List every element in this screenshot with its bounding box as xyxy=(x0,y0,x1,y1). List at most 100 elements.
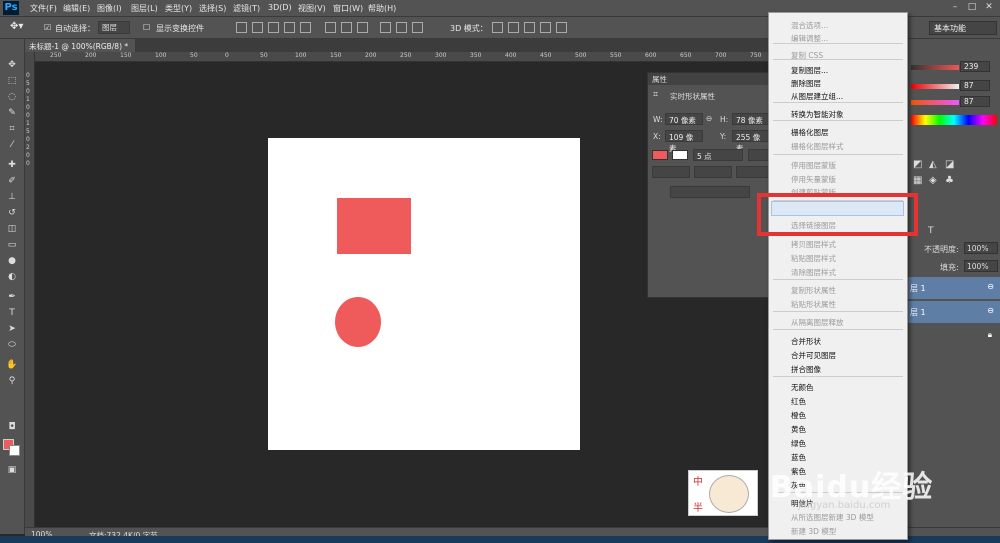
context-menu-item[interactable]: 橙色 xyxy=(791,410,806,421)
levels-icon[interactable]: ◭ xyxy=(929,159,937,170)
gradient-tool-icon[interactable]: ▭ xyxy=(6,239,18,251)
brush-tool-icon[interactable]: ✐ xyxy=(6,175,18,187)
height-field[interactable]: 78 像素 xyxy=(732,113,770,125)
context-menu-item[interactable]: 红色 xyxy=(791,396,806,407)
path-operations-group[interactable] xyxy=(670,186,750,198)
clone-stamp-tool-icon[interactable]: ⊥ xyxy=(6,191,18,203)
menu-image[interactable]: 图像(I) xyxy=(97,3,122,14)
type-tool-icon[interactable]: T xyxy=(6,307,18,319)
close-icon[interactable]: ✕ xyxy=(982,2,996,14)
layer-type-text-icon[interactable]: T xyxy=(928,226,934,236)
align-vcenter-icon[interactable] xyxy=(252,22,263,33)
green-value[interactable]: 87 xyxy=(960,80,990,91)
stroke-color-swatch[interactable] xyxy=(672,150,688,160)
ellipse-shape[interactable] xyxy=(335,297,381,347)
menu-edit[interactable]: 编辑(E) xyxy=(63,3,90,14)
stroke-caps-dropdown[interactable] xyxy=(694,166,732,178)
hand-tool-icon[interactable]: ✋ xyxy=(6,359,18,371)
stroke-corners-dropdown[interactable] xyxy=(736,166,770,178)
blue-slider[interactable] xyxy=(911,100,959,105)
auto-select-dropdown[interactable]: 图层 xyxy=(98,21,130,34)
stroke-type-dropdown[interactable] xyxy=(748,149,770,161)
red-value[interactable]: 239 xyxy=(960,61,990,72)
fill-field[interactable]: 100% xyxy=(964,260,998,272)
document-canvas[interactable] xyxy=(268,138,580,450)
show-transform-checkbox[interactable]: ☐ xyxy=(143,23,150,32)
stroke-width-field[interactable]: 5 点 xyxy=(693,149,743,161)
path-select-tool-icon[interactable]: ➤ xyxy=(6,323,18,335)
marquee-tool-icon[interactable]: ⬚ xyxy=(6,75,18,87)
history-brush-tool-icon[interactable]: ↺ xyxy=(6,207,18,219)
menu-filter[interactable]: 滤镜(T) xyxy=(233,3,260,14)
distribute-right-icon[interactable] xyxy=(412,22,423,33)
menu-type[interactable]: 类型(Y) xyxy=(165,3,192,14)
red-slider[interactable] xyxy=(911,65,959,70)
layer-row[interactable]: 层 1 ⊖ xyxy=(908,277,1000,299)
stroke-align-dropdown[interactable] xyxy=(652,166,690,178)
link-dimensions-icon[interactable]: ⊖ xyxy=(706,114,712,123)
x-field[interactable]: 109 像素 xyxy=(665,130,703,153)
menu-view[interactable]: 视图(V) xyxy=(298,3,326,14)
distribute-left-icon[interactable] xyxy=(380,22,391,33)
photo-filter-icon[interactable]: ♣ xyxy=(945,175,954,186)
context-menu-item[interactable]: 合并形状 xyxy=(791,336,821,347)
context-menu-item[interactable]: 合并可见图层 xyxy=(791,350,836,361)
distribute-bottom-icon[interactable] xyxy=(357,22,368,33)
brightness-icon[interactable]: ◩ xyxy=(913,159,922,170)
3d-roll-icon[interactable] xyxy=(508,22,519,33)
distribute-hcenter-icon[interactable] xyxy=(396,22,407,33)
3d-slide-icon[interactable] xyxy=(540,22,551,33)
workspace-dropdown[interactable]: 基本功能 xyxy=(929,21,997,35)
menu-help[interactable]: 帮助(H) xyxy=(368,3,396,14)
pen-tool-icon[interactable]: ✒ xyxy=(6,291,18,303)
align-hcenter-icon[interactable] xyxy=(300,22,311,33)
context-menu-item[interactable]: 拼合图像 xyxy=(791,364,821,375)
crop-tool-icon[interactable]: ⌗ xyxy=(6,123,18,135)
rectangle-shape[interactable] xyxy=(337,198,411,254)
menu-3d[interactable]: 3D(D) xyxy=(268,3,292,12)
quick-select-tool-icon[interactable]: ✎ xyxy=(6,107,18,119)
balance-icon[interactable]: ◈ xyxy=(929,175,937,186)
lasso-tool-icon[interactable]: ◌ xyxy=(6,91,18,103)
hue-icon[interactable]: ▦ xyxy=(913,175,922,186)
screen-mode-icon[interactable]: ▣ xyxy=(6,464,18,476)
move-tool-icon[interactable]: ✥ xyxy=(6,59,18,71)
opacity-field[interactable]: 100% xyxy=(964,242,998,254)
color-spectrum[interactable] xyxy=(911,115,997,125)
menu-select[interactable]: 选择(S) xyxy=(199,3,226,14)
width-field[interactable]: 70 像素 xyxy=(665,113,703,125)
menu-window[interactable]: 窗口(W) xyxy=(333,3,363,14)
context-menu-item[interactable]: 从图层建立组... xyxy=(791,91,843,102)
fill-color-swatch[interactable] xyxy=(652,150,668,160)
blue-value[interactable]: 87 xyxy=(960,96,990,107)
background-color-swatch[interactable] xyxy=(9,445,20,456)
align-left-icon[interactable] xyxy=(284,22,295,33)
align-top-icon[interactable] xyxy=(236,22,247,33)
curves-icon[interactable]: ◪ xyxy=(945,159,954,170)
layer-row[interactable]: 层 1 ⊖ xyxy=(908,301,1000,323)
document-tab[interactable]: 未标题-1 @ 100%(RGB/8) * × xyxy=(25,39,135,61)
healing-tool-icon[interactable]: ✚ xyxy=(6,159,18,171)
menu-file[interactable]: 文件(F) xyxy=(30,3,57,14)
maximize-icon[interactable]: □ xyxy=(965,2,979,14)
menu-layer[interactable]: 图层(L) xyxy=(131,3,158,14)
y-field[interactable]: 255 像素 xyxy=(732,130,770,153)
3d-rotate-icon[interactable] xyxy=(492,22,503,33)
context-menu-item[interactable]: 转换为智能对象 xyxy=(791,109,844,120)
eyedropper-tool-icon[interactable]: ⁄ xyxy=(6,139,18,151)
3d-scale-icon[interactable] xyxy=(556,22,567,33)
context-menu-item[interactable]: 删除图层 xyxy=(791,78,821,89)
distribute-vcenter-icon[interactable] xyxy=(341,22,352,33)
3d-drag-icon[interactable] xyxy=(524,22,535,33)
ellipse-tool-icon[interactable]: ⬭ xyxy=(6,339,18,351)
context-menu-item[interactable]: 黄色 xyxy=(791,424,806,435)
move-tool-icon[interactable]: ✥▾ xyxy=(10,21,23,32)
context-menu-item[interactable]: 复制图层... xyxy=(791,65,828,76)
blur-tool-icon[interactable]: ● xyxy=(6,255,18,267)
context-menu-item[interactable]: 栅格化图层 xyxy=(791,127,829,138)
background-layer-row[interactable]: 🔒︎ xyxy=(908,325,1000,347)
distribute-top-icon[interactable] xyxy=(325,22,336,33)
green-slider[interactable] xyxy=(911,84,959,89)
eraser-tool-icon[interactable]: ◫ xyxy=(6,223,18,235)
quick-mask-icon[interactable]: ◘ xyxy=(6,421,18,433)
